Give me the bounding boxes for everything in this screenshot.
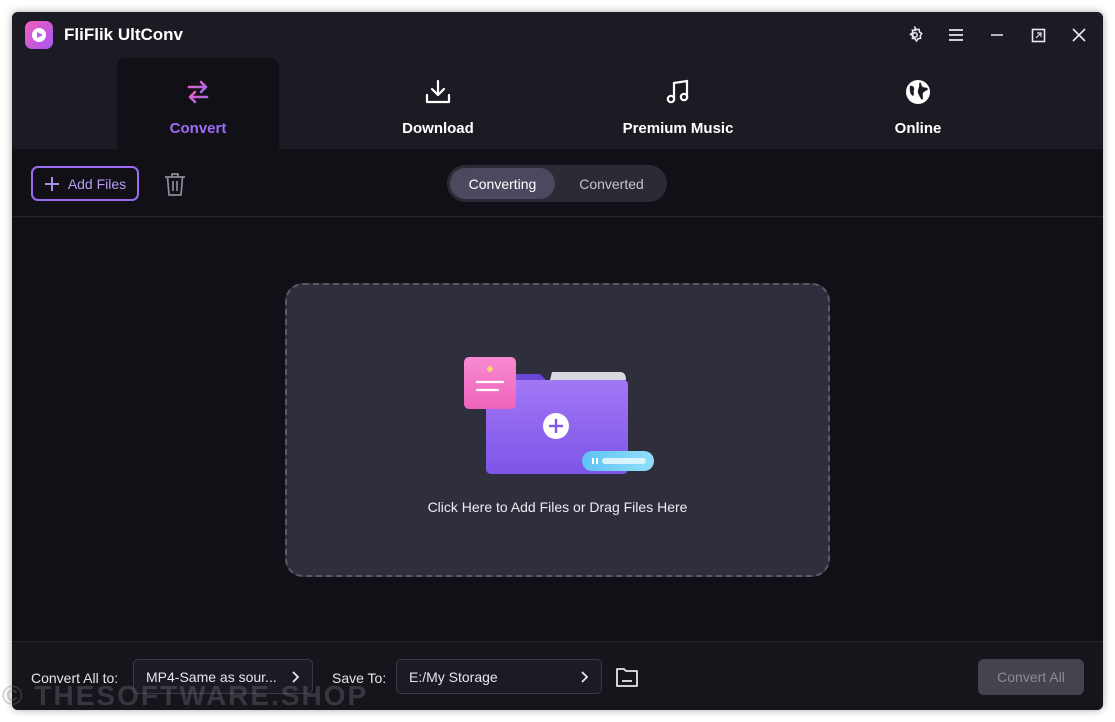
file-drop-zone[interactable]: Click Here to Add Files or Drag Files He… bbox=[285, 283, 830, 577]
app-window: FliFlik UltConv Convert Download Premium… bbox=[12, 12, 1103, 710]
segment-converting[interactable]: Converting bbox=[450, 168, 555, 199]
tab-convert[interactable]: Convert bbox=[117, 58, 279, 149]
status-segmented-control: Converting Converted bbox=[447, 165, 667, 202]
add-files-label: Add Files bbox=[67, 175, 127, 192]
tab-online[interactable]: Online bbox=[837, 58, 999, 149]
title-bar: FliFlik UltConv bbox=[12, 12, 1103, 58]
watermark-text: © THESOFTWARE.SHOP bbox=[2, 680, 369, 711]
tab-label: Convert bbox=[169, 120, 227, 137]
tab-download[interactable]: Download bbox=[357, 58, 519, 149]
convert-all-button[interactable]: Convert All bbox=[978, 659, 1084, 695]
download-icon bbox=[424, 76, 452, 108]
plus-icon bbox=[44, 176, 59, 191]
globe-icon bbox=[904, 76, 932, 108]
main-nav: Convert Download Premium Music Online bbox=[12, 58, 1103, 149]
settings-gear-icon[interactable] bbox=[903, 23, 927, 47]
drop-zone-text: Click Here to Add Files or Drag Files He… bbox=[427, 499, 688, 515]
minimize-icon[interactable] bbox=[985, 23, 1009, 47]
app-logo-icon bbox=[25, 21, 53, 49]
trash-icon[interactable] bbox=[163, 171, 187, 197]
close-icon[interactable] bbox=[1067, 23, 1091, 47]
save-path-select[interactable]: E:/My Storage bbox=[396, 659, 602, 694]
tab-label: Premium Music bbox=[622, 120, 734, 137]
tab-premium-music[interactable]: Premium Music bbox=[597, 58, 759, 149]
open-folder-icon[interactable] bbox=[615, 665, 639, 689]
tab-label: Online bbox=[894, 120, 942, 137]
convert-arrows-icon bbox=[184, 76, 212, 108]
main-area: Click Here to Add Files or Drag Files He… bbox=[12, 218, 1103, 641]
save-path-value: E:/My Storage bbox=[409, 668, 498, 685]
chevron-right-icon bbox=[581, 671, 589, 683]
toolbar: Add Files Converting Converted bbox=[12, 149, 1103, 217]
segment-converted[interactable]: Converted bbox=[559, 168, 664, 199]
app-title: FliFlik UltConv bbox=[64, 25, 183, 44]
maximize-icon[interactable] bbox=[1026, 23, 1050, 47]
music-note-icon bbox=[664, 76, 692, 108]
add-folder-illustration-icon bbox=[464, 357, 654, 474]
menu-icon[interactable] bbox=[944, 23, 968, 47]
tab-label: Download bbox=[402, 120, 474, 137]
add-files-button[interactable]: Add Files bbox=[31, 166, 139, 201]
